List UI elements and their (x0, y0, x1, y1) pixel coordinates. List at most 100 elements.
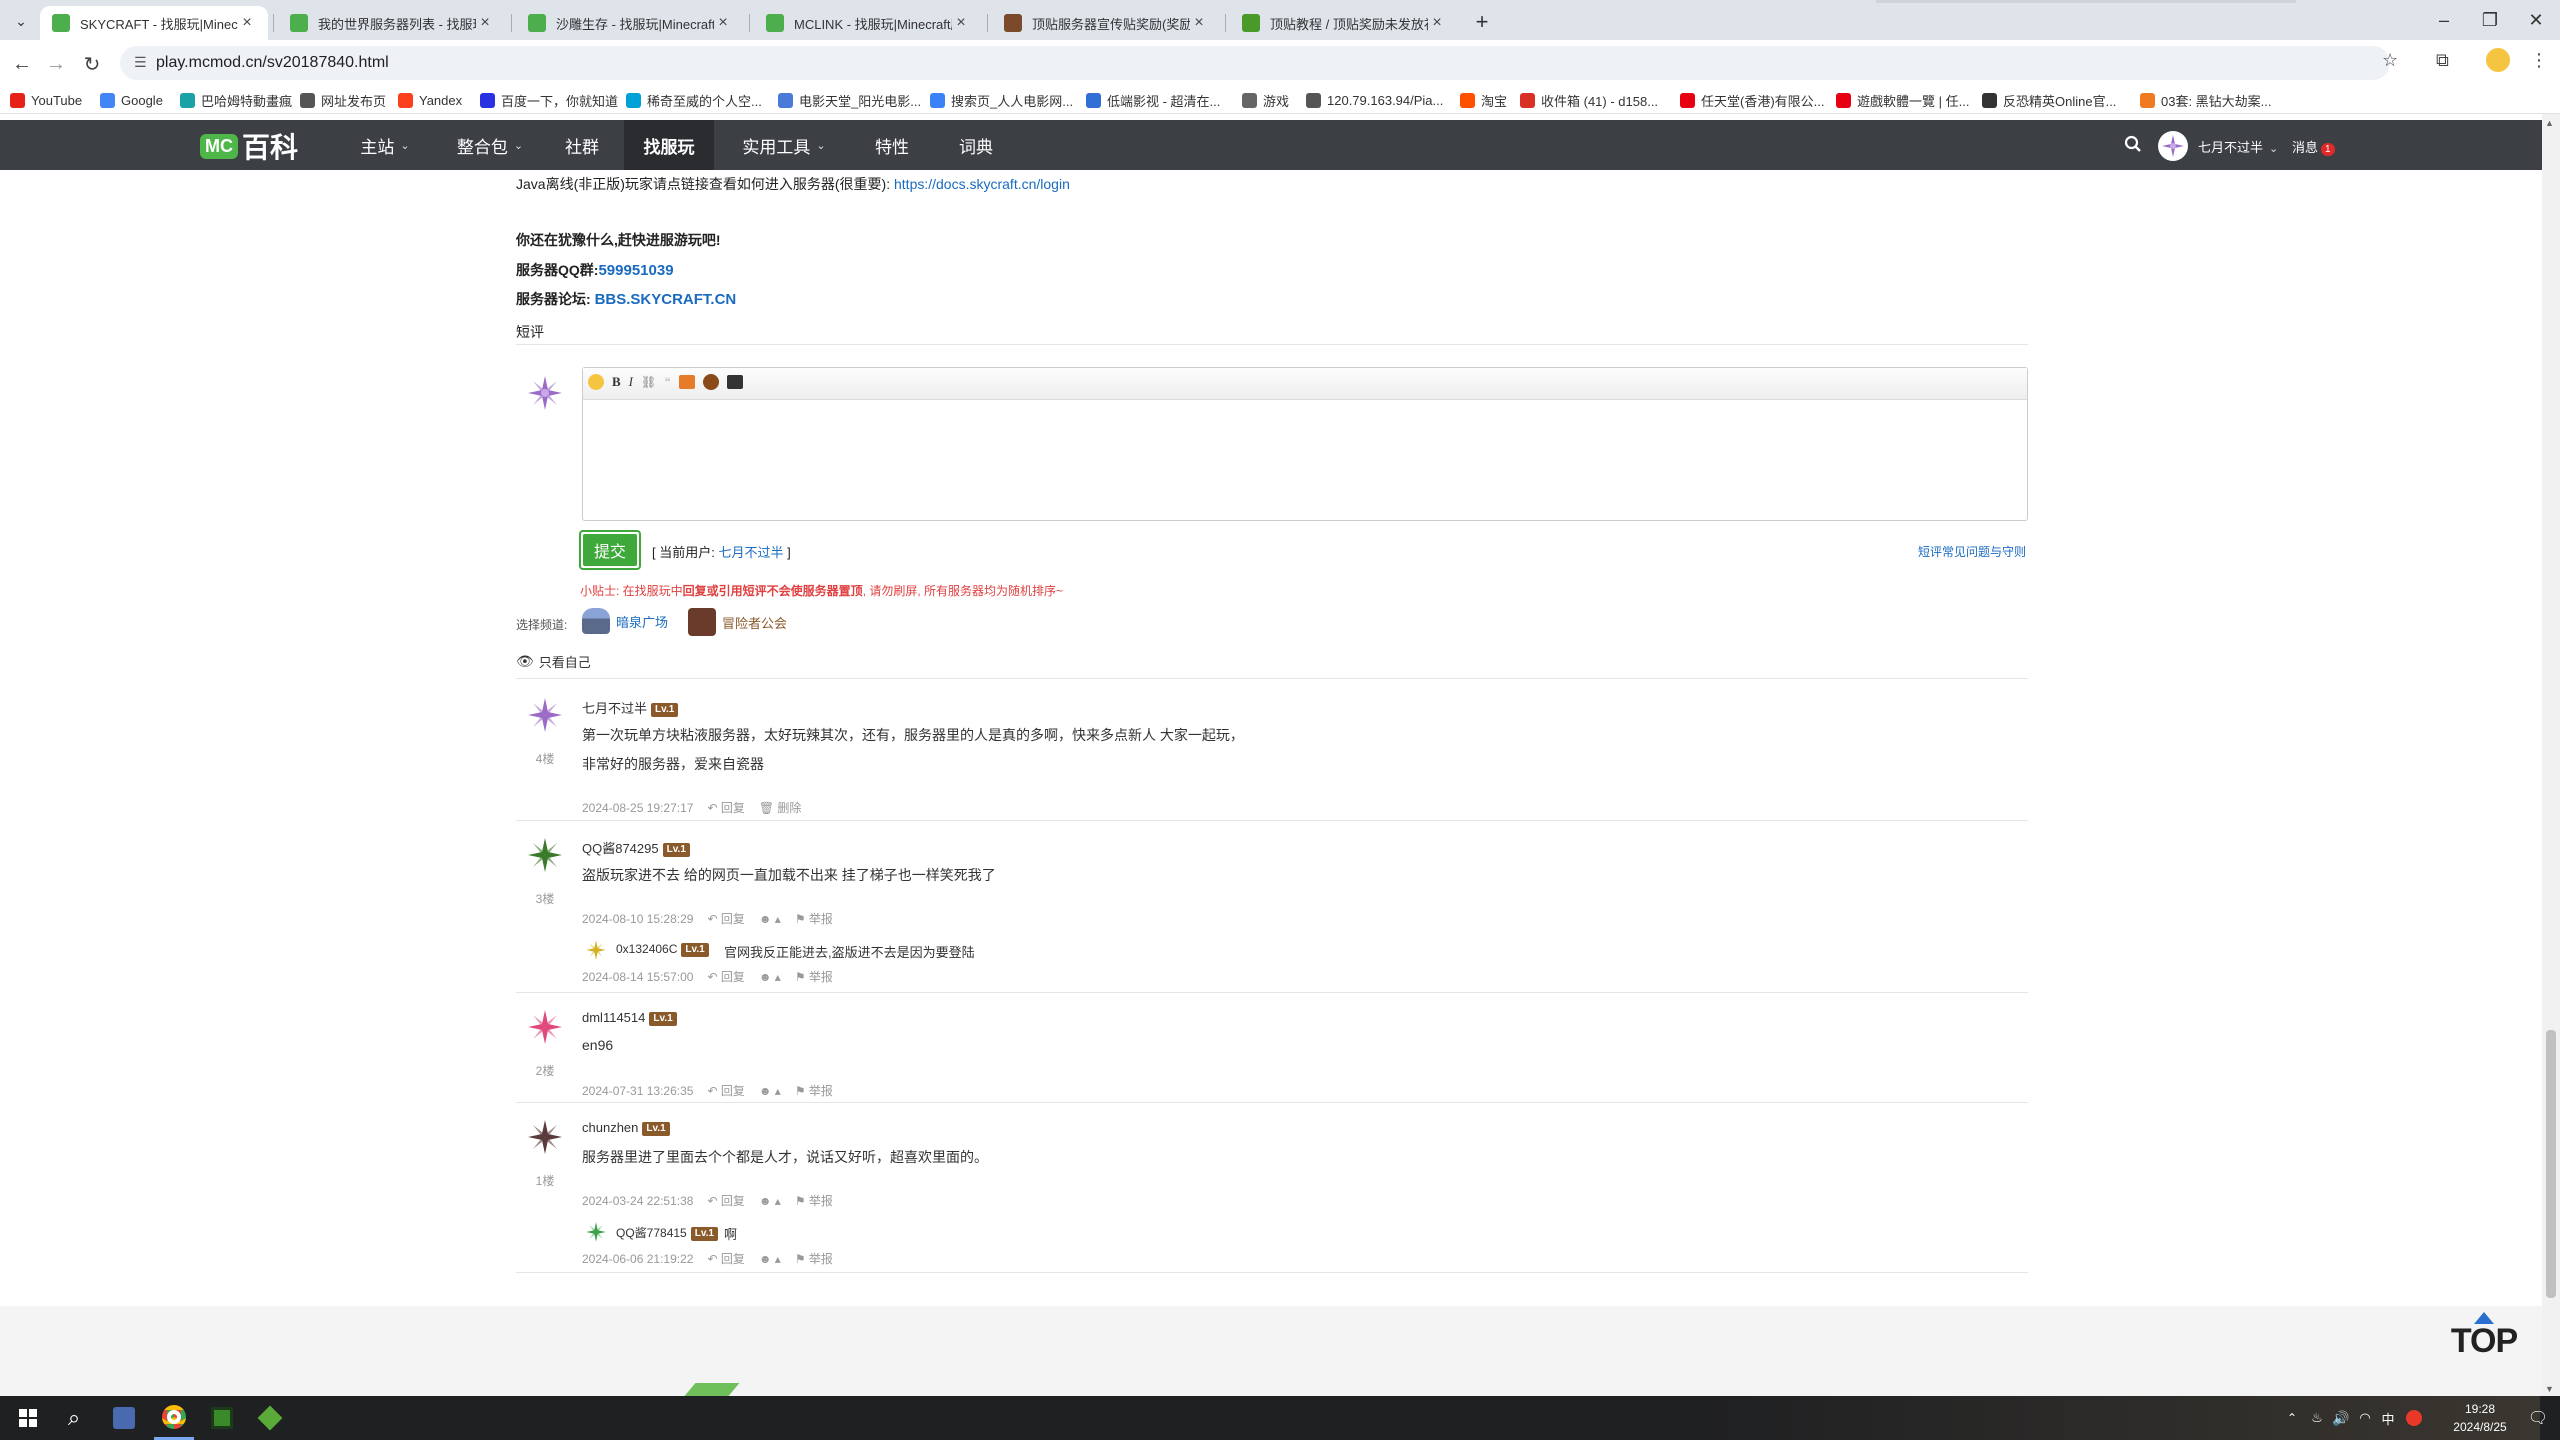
clock[interactable]: 19:28 2024/8/25 (2440, 1400, 2520, 1436)
user-avatar[interactable] (2158, 131, 2188, 161)
user-name-menu[interactable]: 七月不过半 ⌄ (2198, 137, 2278, 156)
ime-indicator[interactable]: 中 (2376, 1396, 2400, 1440)
report-button[interactable]: ⚑ 举报 (795, 1082, 833, 1099)
tray-chevron-icon[interactable]: ⌃ (2282, 1396, 2302, 1440)
comment-avatar[interactable] (524, 694, 566, 736)
close-tab-icon[interactable]: × (1190, 14, 1208, 32)
comment-avatar[interactable] (524, 1116, 566, 1158)
bookmark-1[interactable]: YouTube (10, 90, 82, 110)
vote-button[interactable]: ☻ ▴ (759, 912, 781, 926)
bookmark-5[interactable]: Yandex (398, 90, 462, 110)
current-user-link[interactable]: 七月不过半 (718, 545, 783, 560)
close-tab-icon[interactable]: × (714, 14, 732, 32)
close-tab-icon[interactable]: × (476, 14, 494, 32)
tab-2[interactable]: 我的世界服务器列表 - 找服玩|M× (278, 6, 506, 40)
back-to-top-button[interactable]: TOP (2446, 1312, 2522, 1366)
bookmark-13[interactable]: 淘宝 (1460, 90, 1507, 110)
nav-item-5[interactable]: 实用工具 ⌄ (728, 120, 840, 170)
reply-avatar[interactable] (584, 1220, 608, 1244)
emoji-icon[interactable] (588, 374, 604, 390)
scroll-down-arrow-icon[interactable]: ▼ (2545, 1384, 2554, 1394)
site-info-icon[interactable]: ☰ (134, 54, 147, 71)
notification-icon[interactable]: 🗨 (2520, 1396, 2556, 1440)
reply-button[interactable]: ↶ 回复 (707, 910, 744, 927)
reply-author[interactable]: 0x132406C Lv.1 (616, 942, 709, 957)
comment-author[interactable]: dml114514 Lv.1 (582, 1010, 677, 1026)
nav-item-3[interactable]: 社群 (548, 120, 616, 170)
tray-app-icon[interactable]: ♨ (2306, 1396, 2328, 1440)
close-tab-icon[interactable]: × (952, 14, 970, 32)
new-tab-button[interactable]: + (1468, 8, 1496, 36)
reply-button[interactable]: ↶ 回复 (707, 968, 744, 985)
close-window-button[interactable]: ✕ (2508, 0, 2560, 40)
volume-icon[interactable]: 🔊 (2330, 1396, 2352, 1440)
cookie-icon[interactable] (702, 374, 719, 390)
comment-author[interactable]: 七月不过半 Lv.1 (582, 698, 679, 717)
chrome-icon[interactable] (154, 1396, 194, 1440)
antivirus-icon[interactable] (2402, 1396, 2426, 1440)
comment-avatar[interactable] (524, 1006, 566, 1048)
bookmark-9[interactable]: 搜索页_人人电影网... (930, 90, 1073, 110)
bookmark-10[interactable]: 低端影视 - 超清在... (1086, 90, 1220, 110)
bookmark-12[interactable]: 120.79.163.94/Pia... (1306, 90, 1443, 110)
tab-5[interactable]: 顶贴服务器宣传贴奖励(奖励天空× (992, 6, 1220, 40)
photo-icon[interactable] (726, 375, 743, 389)
vote-button[interactable]: ☻ ▴ (759, 1252, 781, 1266)
channel-adventurer-guild[interactable]: 冒险者公会 (688, 608, 787, 636)
comment-author[interactable]: QQ酱874295 Lv.1 (582, 838, 690, 857)
vote-button[interactable]: ☻ ▴ (759, 970, 781, 984)
launcher-icon[interactable] (250, 1396, 290, 1440)
bookmark-15[interactable]: 任天堂(香港)有限公... (1680, 90, 1825, 110)
channel-dark-spring[interactable]: 暗泉广场 (582, 608, 668, 634)
app-icon[interactable] (104, 1396, 144, 1440)
comment-avatar[interactable] (524, 834, 566, 876)
bookmark-6[interactable]: 百度一下，你就知道 (480, 90, 618, 110)
only-mine-toggle[interactable]: 👁 只看自己 (516, 652, 591, 671)
scroll-up-arrow-icon[interactable]: ▲ (2545, 118, 2554, 128)
network-icon[interactable]: ◠ (2354, 1396, 2376, 1440)
url-text[interactable]: play.mcmod.cn/sv20187840.html (156, 54, 389, 72)
reload-icon[interactable]: ↻ (78, 50, 106, 78)
bookmark-16[interactable]: 遊戲軟體一覽 | 任... (1836, 90, 1969, 110)
tab-6[interactable]: 顶贴教程 / 顶贴奖励未发放补领× (1230, 6, 1458, 40)
site-logo[interactable]: MC 百科 (200, 130, 298, 163)
nav-item-7[interactable]: 词典 (940, 120, 1012, 170)
delete-button[interactable]: 🗑 删除 (759, 799, 802, 816)
menu-icon[interactable]: ⋮ (2530, 50, 2548, 71)
bold-icon[interactable]: B (612, 374, 621, 390)
quote-icon[interactable]: ❝ (664, 375, 670, 389)
tab-search-button[interactable]: ⌄ (8, 8, 34, 34)
report-button[interactable]: ⚑ 举报 (795, 1192, 833, 1209)
vote-button[interactable]: ☻ ▴ (759, 1194, 781, 1208)
review-textarea[interactable] (583, 401, 2027, 520)
bookmark-star-icon[interactable]: ☆ (2382, 50, 2398, 71)
nav-item-6[interactable]: 特性 (856, 120, 928, 170)
image-icon[interactable] (678, 375, 695, 389)
messages-link[interactable]: 消息 1 (2292, 137, 2335, 156)
close-tab-icon[interactable]: × (238, 14, 256, 32)
url-bar[interactable] (120, 46, 2390, 80)
java-login-link[interactable]: https://docs.skycraft.cn/login (894, 176, 1070, 192)
forward-icon[interactable]: → (42, 50, 70, 78)
profile-avatar-icon[interactable] (2486, 48, 2510, 72)
bookmark-14[interactable]: 收件箱 (41) - d158... (1520, 90, 1658, 110)
reply-button[interactable]: ↶ 回复 (707, 1250, 744, 1267)
faq-link[interactable]: 短评常见问题与守则 (1918, 543, 2026, 560)
start-icon[interactable] (8, 1396, 48, 1440)
nav-item-4[interactable]: 找服玩 (624, 120, 714, 170)
forum-link[interactable]: BBS.SKYCRAFT.CN (595, 291, 737, 308)
bookmark-11[interactable]: 游戏 (1242, 90, 1289, 110)
report-button[interactable]: ⚑ 举报 (795, 910, 833, 927)
vote-button[interactable]: ☻ ▴ (759, 1084, 781, 1098)
link-icon[interactable]: ⛓ (641, 375, 656, 389)
reply-button[interactable]: ↶ 回复 (707, 799, 744, 816)
tab-4[interactable]: MCLINK - 找服玩|Minecraft服 × (754, 6, 982, 40)
nav-item-2[interactable]: 整合包 ⌄ (438, 120, 542, 170)
search-icon[interactable] (2124, 135, 2142, 153)
close-tab-icon[interactable]: × (1428, 14, 1446, 32)
bookmark-17[interactable]: 反恐精英Online官... (1982, 90, 2116, 110)
reply-button[interactable]: ↶ 回复 (707, 1082, 744, 1099)
extensions-icon[interactable]: ⧉ (2436, 50, 2449, 71)
bookmark-8[interactable]: 电影天堂_阳光电影... (778, 90, 921, 110)
bookmark-4[interactable]: 网址发布页 (300, 90, 386, 110)
